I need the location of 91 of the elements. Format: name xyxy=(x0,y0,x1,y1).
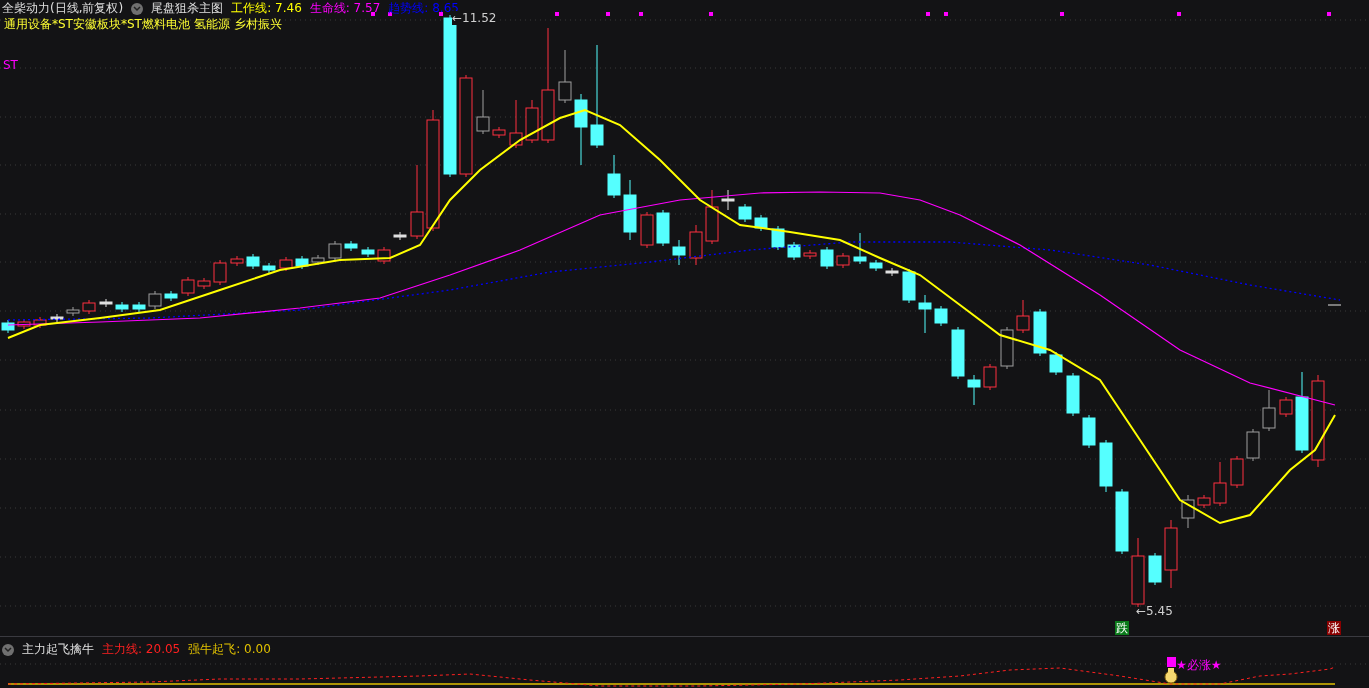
candlestick xyxy=(721,189,735,211)
candlestick xyxy=(836,252,850,269)
candlestick xyxy=(164,290,178,302)
candlestick xyxy=(1049,351,1063,376)
candlestick xyxy=(934,305,948,327)
high-price-label: ←11.52 xyxy=(452,11,497,25)
legend-value: 主力线: 20.05 xyxy=(102,641,181,658)
candlestick xyxy=(17,318,31,330)
indicator-name: 主力起飞擒牛 xyxy=(22,641,94,658)
legend-value: 工作线: 7.46 xyxy=(231,0,302,17)
candlestick xyxy=(99,298,113,308)
candlestick xyxy=(983,363,997,391)
candlestick xyxy=(1016,299,1030,334)
indicator-name: 尾盘狙杀主图 xyxy=(151,0,224,17)
candlestick xyxy=(1279,396,1293,418)
candlestick xyxy=(361,246,375,258)
dropdown-icon[interactable] xyxy=(2,643,14,656)
signal-tag: 跌 xyxy=(1115,621,1129,635)
signal-marker xyxy=(1167,657,1176,667)
candlestick xyxy=(1000,326,1014,370)
dropdown-icon[interactable] xyxy=(131,2,144,15)
candlestick xyxy=(181,276,195,297)
candlestick xyxy=(525,99,539,144)
candlestick xyxy=(1197,494,1211,509)
candlestick xyxy=(1148,552,1162,586)
candlestick xyxy=(1082,414,1096,449)
candlestick xyxy=(50,313,64,323)
money-bag-icon xyxy=(1164,668,1178,684)
candlestick xyxy=(115,301,129,313)
sector-tags: 通用设备*ST安徽板块*ST燃料电池 氢能源 乡村振兴 xyxy=(4,16,282,33)
price-marker xyxy=(1327,304,1342,306)
st-label: ST xyxy=(3,58,18,72)
candlestick xyxy=(1099,439,1113,493)
candlestick xyxy=(246,253,260,270)
candlestick xyxy=(771,225,785,251)
candlestick xyxy=(1131,537,1145,608)
candlestick xyxy=(311,254,325,266)
candlestick xyxy=(1,319,15,334)
candlestick xyxy=(66,306,80,317)
candlestick xyxy=(1164,519,1178,589)
candlestick xyxy=(820,246,834,270)
candlestick xyxy=(1230,455,1244,489)
candlestick xyxy=(689,224,703,266)
legend-value: 强牛起飞: 0.00 xyxy=(188,641,271,658)
candlestick xyxy=(623,179,637,241)
candlestick xyxy=(738,203,752,223)
candlestick xyxy=(1033,308,1047,357)
candlestick xyxy=(558,49,572,104)
candlestick xyxy=(656,209,670,247)
candlestick xyxy=(279,256,293,272)
candlestick xyxy=(902,268,916,304)
candlestick xyxy=(230,255,244,267)
candlestick xyxy=(705,189,719,245)
candlestick xyxy=(803,249,817,260)
candlestick xyxy=(295,255,309,270)
candlestick xyxy=(951,326,965,380)
candlestick xyxy=(853,232,867,265)
signal-tag: 涨 xyxy=(1327,621,1341,635)
candlestick xyxy=(967,374,981,406)
candlestick xyxy=(509,99,523,149)
candlestick xyxy=(82,299,96,315)
candlestick xyxy=(754,214,768,232)
candlestick xyxy=(328,240,342,262)
candlestick xyxy=(607,154,621,199)
candlestick xyxy=(262,262,276,274)
legend-value: 生命线: 7.57 xyxy=(309,0,381,17)
low-price-label: ←5.45 xyxy=(1136,604,1173,618)
signal-label: ★必涨★ xyxy=(1176,657,1222,674)
candlestick xyxy=(1181,494,1195,529)
candlestick xyxy=(1115,488,1129,555)
candlestick xyxy=(1066,372,1080,417)
candlestick xyxy=(492,126,506,139)
candlestick xyxy=(132,301,146,313)
candlestick xyxy=(197,277,211,290)
chart-title: 全柴动力(日线,前复权) xyxy=(2,0,124,17)
candlestick xyxy=(869,259,883,272)
candlestick xyxy=(918,294,932,334)
candlestick xyxy=(33,316,47,329)
candlestick xyxy=(213,259,227,286)
candlestick xyxy=(1213,461,1227,507)
candlestick xyxy=(1262,389,1276,432)
candlestick xyxy=(393,231,407,241)
candlestick xyxy=(148,290,162,310)
candlestick xyxy=(476,89,490,135)
candlestick xyxy=(787,241,801,261)
candlestick xyxy=(344,240,358,252)
candlestick xyxy=(1246,428,1260,462)
candlestick xyxy=(885,267,899,277)
candlestick xyxy=(640,211,654,249)
candlestick xyxy=(672,239,686,266)
candlestick xyxy=(377,246,391,265)
